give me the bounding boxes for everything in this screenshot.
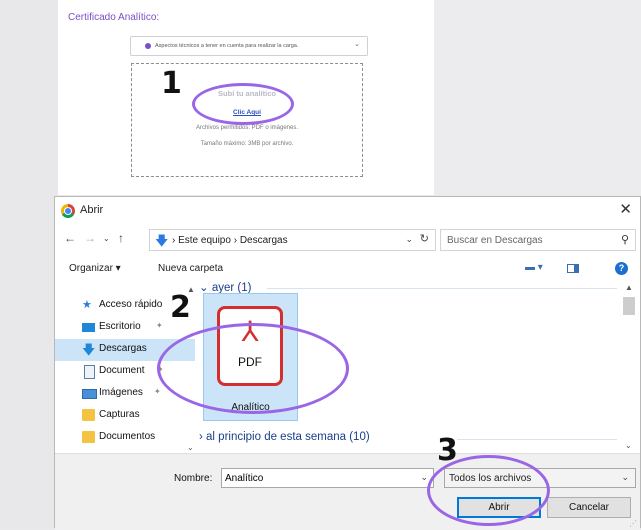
filename-field[interactable]: Analítico ⌄: [221, 468, 434, 488]
allowed-files-text: Archivos permitidos: PDF o imágenes.: [195, 125, 299, 131]
dialog-footer: Nombre: Analítico ⌄ Todos los archivos ⌄…: [55, 453, 640, 530]
highlight-oval-open-button: [427, 455, 550, 526]
close-icon[interactable]: ✕: [619, 200, 632, 218]
chevron-down-icon[interactable]: ⌄: [405, 234, 413, 245]
step-number-1: 1: [161, 66, 182, 101]
address-row: ← → ⌄ ↑ 🡇 › Este equipo › Descargas ⌄ ↻ …: [55, 227, 640, 253]
chevron-down-icon: ⌄: [354, 41, 360, 48]
search-input[interactable]: Buscar en Descargas ⚲: [440, 229, 636, 251]
dialog-title: Abrir: [80, 204, 104, 216]
forward-arrow-icon[interactable]: →: [84, 231, 96, 245]
page-background-left: [0, 0, 58, 528]
up-arrow-icon[interactable]: ↑: [118, 231, 124, 245]
max-size-text: Tamaño máximo: 3MB por archivo.: [200, 141, 294, 147]
cancel-button[interactable]: Cancelar: [547, 497, 631, 518]
pin-icon: ✦: [156, 321, 163, 330]
sidebar-item-label: Capturas: [99, 409, 140, 420]
highlight-oval-upload-link: [192, 83, 294, 125]
sidebar-item-label: Documentos: [99, 431, 156, 442]
group-divider: [267, 288, 617, 289]
step-number-2: 2: [170, 290, 191, 325]
folder-icon: [82, 431, 95, 443]
preview-pane-icon[interactable]: [567, 264, 579, 273]
sidebar-item-capturas[interactable]: Capturas: [55, 405, 195, 427]
images-icon: [82, 389, 97, 399]
sidebar-item-label: Document: [99, 365, 145, 376]
sidebar-item-label: Acceso rápido: [99, 299, 163, 310]
view-options-icon[interactable]: ▬ ▾: [525, 262, 543, 273]
help-icon[interactable]: ?: [615, 262, 628, 275]
vertical-scrollbar[interactable]: ▲ ⌄: [621, 283, 639, 451]
chevron-down-icon: ⌄: [621, 472, 629, 482]
sidebar-item-documentos[interactable]: Documentos: [55, 427, 195, 449]
scroll-up-icon[interactable]: ▲: [625, 283, 633, 292]
sidebar-item-label: Escritorio: [99, 321, 141, 332]
folder-icon: [82, 409, 95, 421]
download-icon: 🡇: [155, 233, 169, 248]
recent-chevron-icon[interactable]: ⌄: [103, 234, 110, 243]
chrome-icon: [61, 204, 75, 218]
document-icon: [84, 365, 95, 379]
group-header-ayer[interactable]: ⌄ ayer (1): [199, 280, 251, 294]
organize-menu[interactable]: Organizar ▾: [69, 263, 121, 274]
group-divider: [457, 439, 617, 440]
refresh-icon[interactable]: ↻: [420, 232, 429, 245]
highlight-oval-file: [157, 323, 349, 414]
info-icon: [145, 43, 151, 49]
technical-aspects-label: Aspectos técnicos a tener en cuenta para…: [155, 43, 299, 49]
group-header-principio[interactable]: › al principio de esta semana (10): [199, 431, 370, 443]
star-icon: ★: [82, 299, 92, 311]
scroll-down-icon[interactable]: ⌄: [625, 441, 632, 450]
chevron-down-icon[interactable]: ⌄: [420, 472, 428, 483]
technical-aspects-dropdown[interactable]: Aspectos técnicos a tener en cuenta para…: [130, 36, 368, 56]
new-folder-button[interactable]: Nueva carpeta: [158, 263, 223, 274]
expand-chevron-icon: ›: [199, 431, 207, 443]
search-icon[interactable]: ⚲: [621, 233, 629, 246]
dialog-titlebar: Abrir ✕: [55, 197, 640, 225]
sidebar-item-label: Imágenes: [99, 387, 143, 398]
dialog-toolbar: Organizar ▾ Nueva carpeta ▬ ▾ ?: [55, 257, 640, 281]
page-background-right: [434, 0, 641, 195]
desktop-icon: [82, 323, 95, 332]
resize-grip-icon[interactable]: ⋰: [629, 519, 637, 528]
scroll-down-icon[interactable]: ⌄: [187, 443, 194, 452]
scroll-thumb[interactable]: [623, 297, 635, 315]
certificate-title: Certificado Analítico:: [68, 12, 160, 23]
sidebar-item-label: Descargas: [99, 343, 147, 354]
back-arrow-icon[interactable]: ←: [64, 231, 76, 245]
download-icon: 🡇: [82, 342, 96, 357]
filename-label: Nombre:: [174, 473, 213, 484]
search-placeholder: Buscar en Descargas: [447, 235, 543, 246]
breadcrumb[interactable]: › Este equipo › Descargas: [172, 235, 288, 246]
address-bar[interactable]: 🡇 › Este equipo › Descargas ⌄ ↻: [149, 229, 436, 251]
group-label: al principio de esta semana (10): [206, 431, 370, 443]
filename-value: Analítico: [225, 473, 264, 484]
pin-icon: ✦: [154, 387, 161, 396]
